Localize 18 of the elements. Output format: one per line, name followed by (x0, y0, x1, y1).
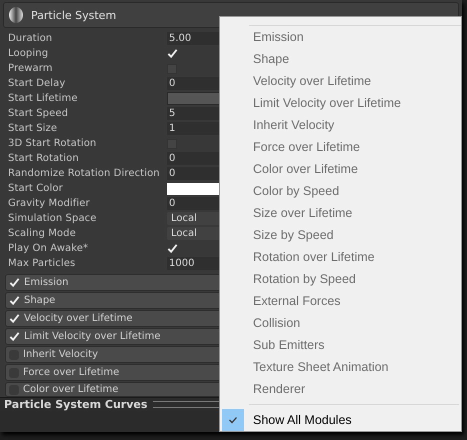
property-label: Duration (8, 33, 54, 44)
property-label: Start Delay (8, 78, 66, 89)
component-title: Particle System (31, 8, 116, 22)
property-label: Start Rotation (8, 153, 80, 164)
property-label: Randomize Rotation Direction (8, 168, 161, 179)
property-label: 3D Start Rotation (8, 138, 98, 149)
property-label: Looping (8, 48, 50, 59)
property-label: Simulation Space (8, 213, 98, 224)
property-label: Start Size (8, 123, 58, 134)
property-label: Play On Awake* (8, 243, 90, 254)
property-label: Start Color (8, 183, 64, 194)
panel-title: Particle System Curves (4, 398, 148, 411)
property-label: Start Lifetime (8, 93, 79, 104)
property-label: Start Speed (8, 108, 70, 119)
property-label: Scaling Mode (8, 228, 77, 239)
property-label: Gravity Modifier (8, 198, 91, 209)
property-label: Max Particles (8, 258, 76, 269)
property-label: Prewarm (8, 63, 54, 74)
